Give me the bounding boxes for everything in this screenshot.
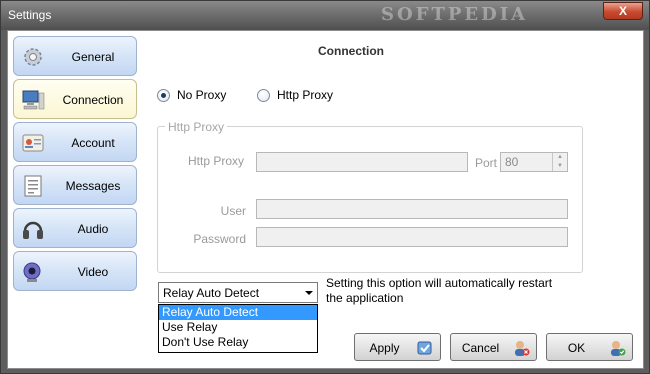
sidebar-item-label: Connection [62,93,124,107]
password-label: Password [193,232,246,246]
relay-mode-value: Relay Auto Detect [163,286,260,300]
chevron-down-icon[interactable] [305,291,313,295]
relay-option-use-relay[interactable]: Use Relay [159,320,317,335]
close-button[interactable]: X [603,2,643,20]
watermark: SOFTPEDIA [381,4,529,25]
http-proxy-label: Http Proxy [277,88,334,102]
sidebar-item-account[interactable]: Account [13,122,137,162]
sidebar-item-label: Messages [65,179,121,193]
title-bar[interactable]: Settings SOFTPEDIA X [1,1,649,30]
http-proxy-radio[interactable]: Http Proxy [257,88,333,102]
computer-icon [22,90,45,110]
sidebar-item-messages[interactable]: Messages [13,165,137,205]
ok-label: OK [567,341,586,355]
ok-button[interactable]: OK [546,333,633,361]
radio-selected-icon [157,88,170,102]
sidebar-item-label: Account [71,136,115,150]
apply-label: Apply [369,341,400,355]
chevron-down-icon[interactable]: ▼ [553,162,567,171]
password-input[interactable] [256,227,568,247]
user-cancel-icon [515,341,530,356]
no-proxy-label: No Proxy [177,88,227,102]
settings-window: Settings SOFTPEDIA X General Connection [0,0,650,374]
sidebar-item-label: Audio [77,222,109,236]
relay-mode-dropdown: Relay Auto Detect Use Relay Don't Use Re… [158,304,318,353]
cancel-button[interactable]: Cancel [450,333,537,361]
http-proxy-field-label: Http Proxy [187,154,244,168]
sidebar-item-connection[interactable]: Connection [13,79,137,119]
apply-button[interactable]: Apply [354,333,441,361]
relay-option-auto-detect[interactable]: Relay Auto Detect [159,305,317,320]
sidebar: General Connection Account Messages Audi… [13,36,138,294]
user-input[interactable] [256,199,568,219]
sidebar-item-video[interactable]: Video [13,251,137,291]
cancel-label: Cancel [461,341,500,355]
sidebar-item-audio[interactable]: Audio [13,208,137,248]
sidebar-item-general[interactable]: General [13,36,137,76]
relay-option-dont-use-relay[interactable]: Don't Use Relay [159,335,317,350]
headphones-icon [23,221,43,239]
page-title: Connection [318,44,384,58]
user-check-icon [611,341,626,356]
port-spin-buttons[interactable]: ▲ ▼ [552,153,567,171]
window-title: Settings [8,8,52,22]
http-proxy-address-input[interactable] [256,152,468,172]
webcam-icon [23,262,41,282]
port-value: 80 [505,155,519,169]
port-stepper[interactable]: 80 ▲ ▼ [500,152,568,172]
apply-icon [417,341,432,355]
no-proxy-radio[interactable]: No Proxy [157,88,226,102]
settings-panel: General Connection Account Messages Audi… [7,30,644,369]
relay-mode-select[interactable]: Relay Auto Detect [158,282,318,303]
contact-card-icon [22,134,44,152]
sidebar-item-label: Video [77,265,109,279]
http-proxy-group-legend: Http Proxy [165,120,228,134]
restart-note: Setting this option will automatically r… [326,276,553,305]
gear-icon [24,48,42,66]
sidebar-item-label: General [71,50,115,64]
document-icon [24,175,42,197]
chevron-up-icon[interactable]: ▲ [553,153,567,162]
port-label: Port [474,156,497,170]
user-label: User [220,204,246,218]
radio-unselected-icon [257,88,270,102]
